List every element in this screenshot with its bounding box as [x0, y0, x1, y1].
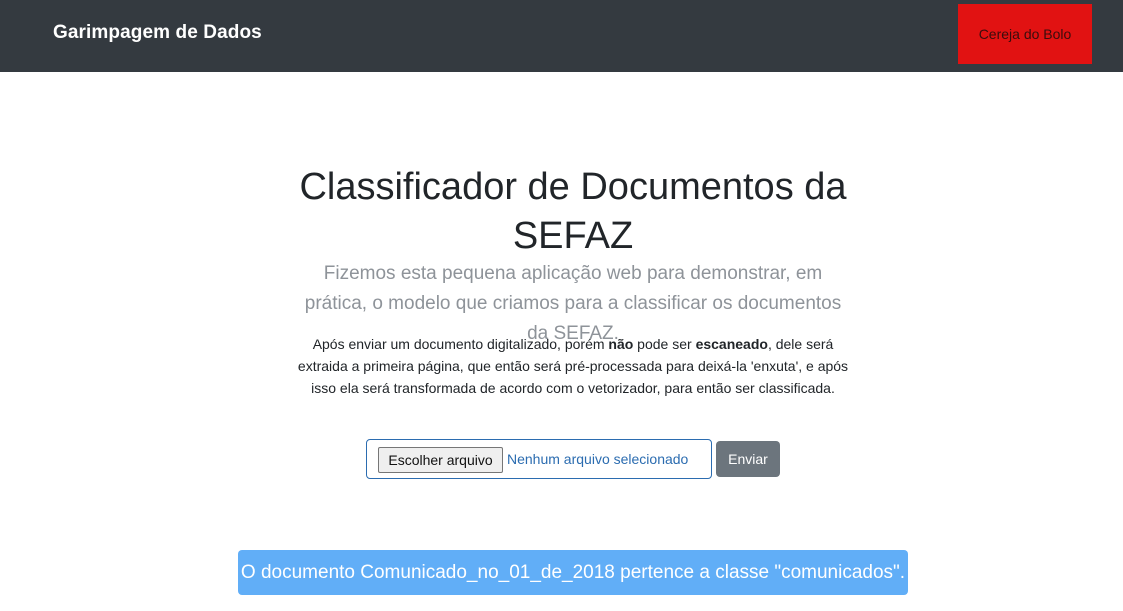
result-message: O documento Comunicado_no_01_de_2018 per… [240, 562, 906, 583]
description-bold-escaneado: escaneado [695, 336, 768, 352]
submit-button[interactable]: Enviar [716, 441, 780, 477]
description-paragraph: Após enviar um documento digitalizado, p… [290, 333, 856, 399]
description-text-2: pode ser [633, 336, 696, 352]
file-status-text: Nenhum arquivo selecionado [507, 451, 689, 467]
file-input[interactable]: Escolher arquivo Nenhum arquivo selecion… [366, 439, 712, 479]
description-bold-nao: não [608, 336, 634, 352]
navbar: Garimpagem de Dados Cereja do Bolo [0, 0, 1123, 72]
cereja-do-bolo-button[interactable]: Cereja do Bolo [958, 4, 1092, 64]
description-text-1: Após enviar um documento digitalizado, p… [312, 336, 609, 352]
result-alert: O documento Comunicado_no_01_de_2018 per… [238, 550, 908, 595]
choose-file-button[interactable]: Escolher arquivo [378, 447, 503, 473]
page-title: Classificador de Documentos da SEFAZ [299, 166, 847, 257]
brand-link[interactable]: Garimpagem de Dados [53, 22, 262, 44]
